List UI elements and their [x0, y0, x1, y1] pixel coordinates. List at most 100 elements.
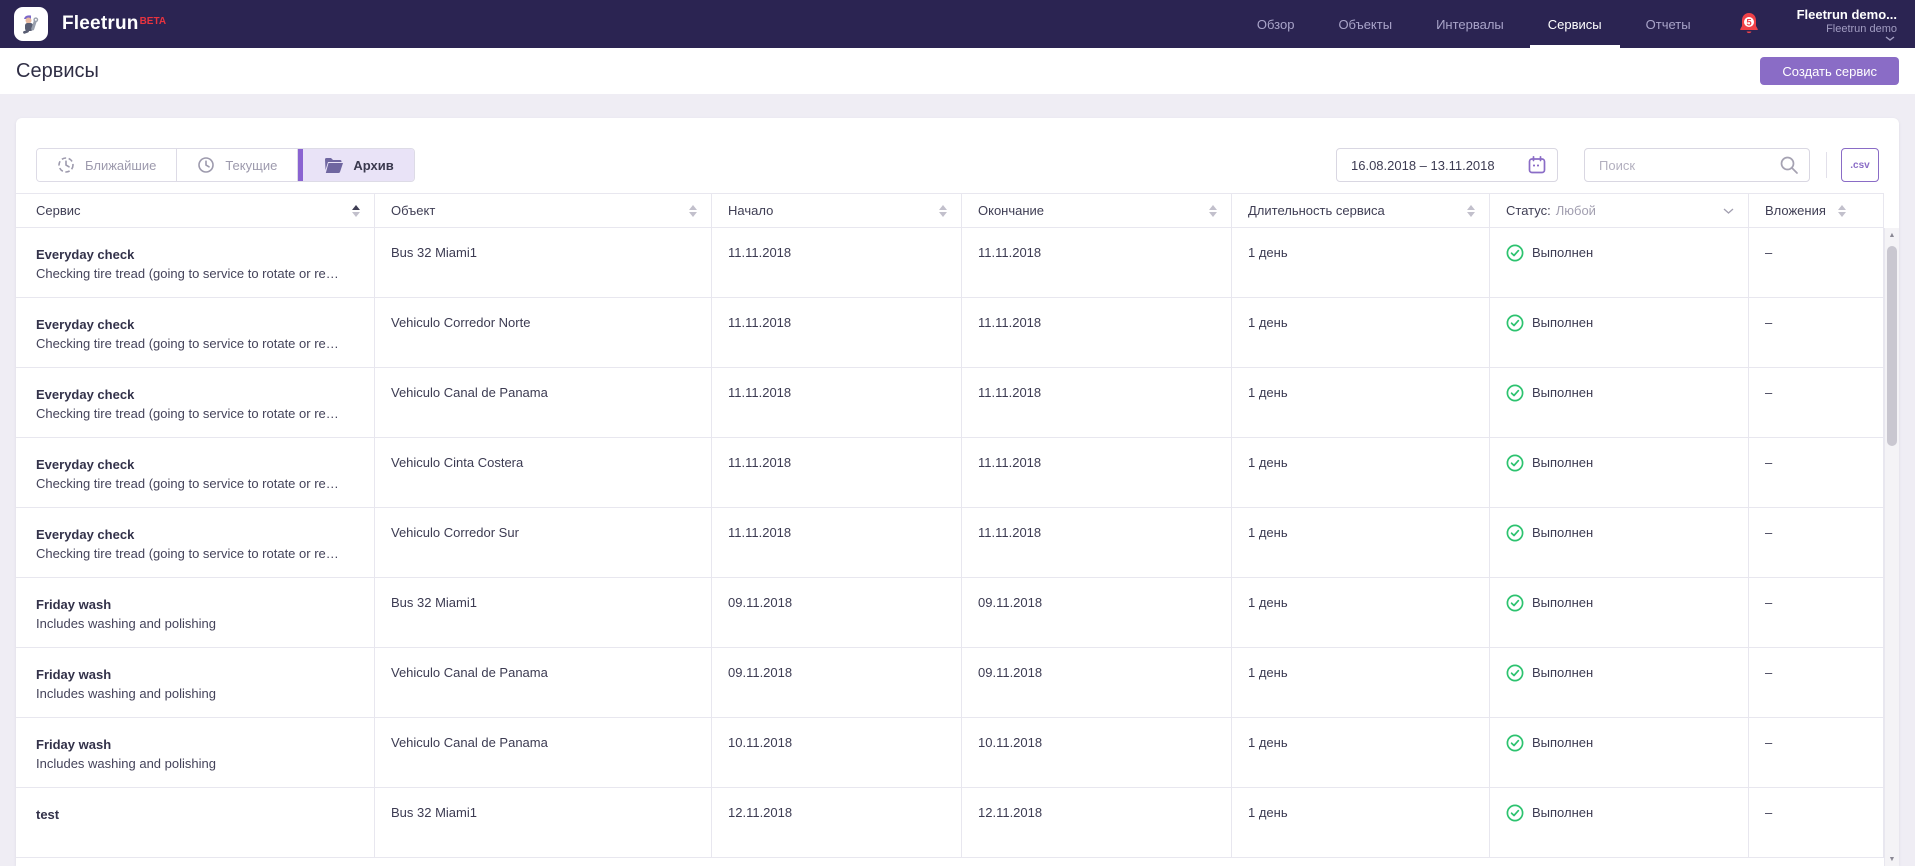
status-filter-value: Любой — [1556, 203, 1596, 218]
duration-cell: 1 день — [1232, 368, 1490, 437]
table-row[interactable]: Everyday check Checking tire tread (goin… — [16, 368, 1884, 438]
nav-item-overview[interactable]: Обзор — [1235, 0, 1317, 48]
scroll-down-icon[interactable]: ▼ — [1885, 852, 1899, 866]
table-row[interactable]: Friday wash Includes washing and polishi… — [16, 648, 1884, 718]
nav-item-objects[interactable]: Объекты — [1316, 0, 1414, 48]
service-name: Everyday check — [36, 455, 360, 474]
notifications-bell-icon[interactable]: 5 — [1713, 0, 1785, 48]
sort-icon — [1467, 205, 1475, 217]
tab-archive[interactable]: Архив — [298, 149, 413, 181]
attachments-cell: – — [1749, 788, 1884, 857]
nav-item-reports[interactable]: Отчеты — [1624, 0, 1713, 48]
table-row[interactable]: Everyday check Checking tire tread (goin… — [16, 228, 1884, 298]
export-csv-button[interactable]: .csv — [1841, 148, 1879, 182]
start-date-cell: 09.11.2018 — [712, 578, 962, 647]
history-icon — [57, 156, 75, 174]
scroll-up-icon[interactable]: ▲ — [1885, 228, 1899, 242]
object-cell: Vehiculo Canal de Panama — [375, 648, 712, 717]
search-icon[interactable] — [1779, 155, 1799, 175]
column-header-status-filter[interactable]: Статус: Любой — [1490, 194, 1749, 227]
nav-item-services[interactable]: Сервисы — [1526, 0, 1624, 48]
object-cell: Bus 32 Miami1 — [375, 228, 712, 297]
notification-count: 5 — [1746, 17, 1752, 28]
duration-cell: 1 день — [1232, 578, 1490, 647]
status-cell: Выполнен — [1490, 228, 1749, 297]
object-cell: Vehiculo Corredor Sur — [375, 508, 712, 577]
check-circle-icon — [1506, 524, 1524, 542]
fleetrun-logo-icon — [14, 7, 48, 41]
duration-cell: 1 день — [1232, 298, 1490, 367]
service-cell: Everyday check Checking tire tread (goin… — [16, 298, 375, 367]
duration-cell: 1 день — [1232, 438, 1490, 507]
table-row[interactable]: Everyday check Checking tire tread (goin… — [16, 508, 1884, 578]
status-cell: Выполнен — [1490, 508, 1749, 577]
date-range-picker[interactable]: 16.08.2018 – 13.11.2018 — [1336, 148, 1558, 182]
service-description: Includes washing and polishing — [36, 754, 360, 773]
sort-icon — [939, 205, 947, 217]
services-card: Ближайшие Текущие Архив 16.08.2018 – 13.… — [16, 118, 1899, 866]
tab-upcoming[interactable]: Ближайшие — [37, 149, 177, 181]
end-date-cell: 09.11.2018 — [962, 578, 1232, 647]
start-date-cell: 11.11.2018 — [712, 508, 962, 577]
filter-row: Ближайшие Текущие Архив 16.08.2018 – 13.… — [36, 148, 1879, 182]
folder-icon — [324, 157, 343, 173]
table-scrollbar[interactable]: ▲ ▼ — [1884, 228, 1899, 866]
end-date-cell: 11.11.2018 — [962, 508, 1232, 577]
attachments-cell: – — [1749, 508, 1884, 577]
table-row[interactable]: Everyday check Checking tire tread (goin… — [16, 298, 1884, 368]
duration-cell: 1 день — [1232, 648, 1490, 717]
create-service-button[interactable]: Создать сервис — [1760, 57, 1899, 85]
table-row[interactable]: test Bus 32 Miami1 12.11.2018 12.11.2018… — [16, 788, 1884, 858]
column-header-duration[interactable]: Длительность сервиса — [1232, 194, 1490, 227]
brand-name: FleetrunBETA — [62, 13, 166, 35]
column-header-start[interactable]: Начало — [712, 194, 962, 227]
table-row[interactable]: Everyday check Checking tire tread (goin… — [16, 438, 1884, 508]
column-header-service[interactable]: Сервис — [16, 194, 375, 227]
user-menu[interactable]: Fleetrun demo... Fleetrun demo — [1797, 8, 1901, 41]
column-header-end[interactable]: Окончание — [962, 194, 1232, 227]
service-cell: Friday wash Includes washing and polishi… — [16, 648, 375, 717]
status-label: Выполнен — [1532, 805, 1593, 820]
attachments-cell: – — [1749, 718, 1884, 787]
divider — [1826, 152, 1827, 178]
column-header-object[interactable]: Объект — [375, 194, 712, 227]
check-circle-icon — [1506, 594, 1524, 612]
tab-current[interactable]: Текущие — [177, 149, 298, 181]
start-date-cell: 10.11.2018 — [712, 718, 962, 787]
status-label: Выполнен — [1532, 385, 1593, 400]
brand[interactable]: FleetrunBETA — [14, 7, 166, 41]
sort-icon — [689, 205, 697, 217]
table-row[interactable]: Friday wash Includes washing and polishi… — [16, 578, 1884, 648]
object-cell: Vehiculo Corredor Norte — [375, 298, 712, 367]
service-cell: Friday wash Includes washing and polishi… — [16, 718, 375, 787]
service-cell: Everyday check Checking tire tread (goin… — [16, 368, 375, 437]
search-input[interactable] — [1599, 158, 1779, 173]
check-circle-icon — [1506, 804, 1524, 822]
service-name: Everyday check — [36, 525, 360, 544]
nav-item-intervals[interactable]: Интервалы — [1414, 0, 1526, 48]
table-row[interactable]: Friday wash Includes washing and polishi… — [16, 718, 1884, 788]
end-date-cell: 12.11.2018 — [962, 788, 1232, 857]
service-cell: test — [16, 788, 375, 857]
object-cell: Bus 32 Miami1 — [375, 578, 712, 647]
start-date-cell: 11.11.2018 — [712, 438, 962, 507]
duration-cell: 1 день — [1232, 718, 1490, 787]
search-box — [1584, 148, 1810, 182]
end-date-cell: 09.11.2018 — [962, 648, 1232, 717]
start-date-cell: 12.11.2018 — [712, 788, 962, 857]
service-description: Checking tire tread (going to service to… — [36, 544, 360, 563]
service-cell: Everyday check Checking tire tread (goin… — [16, 228, 375, 297]
filter-controls: 16.08.2018 – 13.11.2018 .csv — [1336, 148, 1879, 182]
service-description: Checking tire tread (going to service to… — [36, 334, 360, 353]
service-cell: Friday wash Includes washing and polishi… — [16, 578, 375, 647]
service-state-tabs: Ближайшие Текущие Архив — [36, 148, 415, 182]
date-range-value: 16.08.2018 – 13.11.2018 — [1351, 158, 1527, 173]
service-description: Checking tire tread (going to service to… — [36, 264, 360, 283]
attachments-cell: – — [1749, 228, 1884, 297]
status-label: Выполнен — [1532, 735, 1593, 750]
status-label: Выполнен — [1532, 245, 1593, 260]
start-date-cell: 11.11.2018 — [712, 298, 962, 367]
column-header-attachments[interactable]: Вложения — [1749, 194, 1884, 227]
scrollbar-thumb[interactable] — [1887, 246, 1897, 446]
table-body: Everyday check Checking tire tread (goin… — [16, 228, 1884, 866]
